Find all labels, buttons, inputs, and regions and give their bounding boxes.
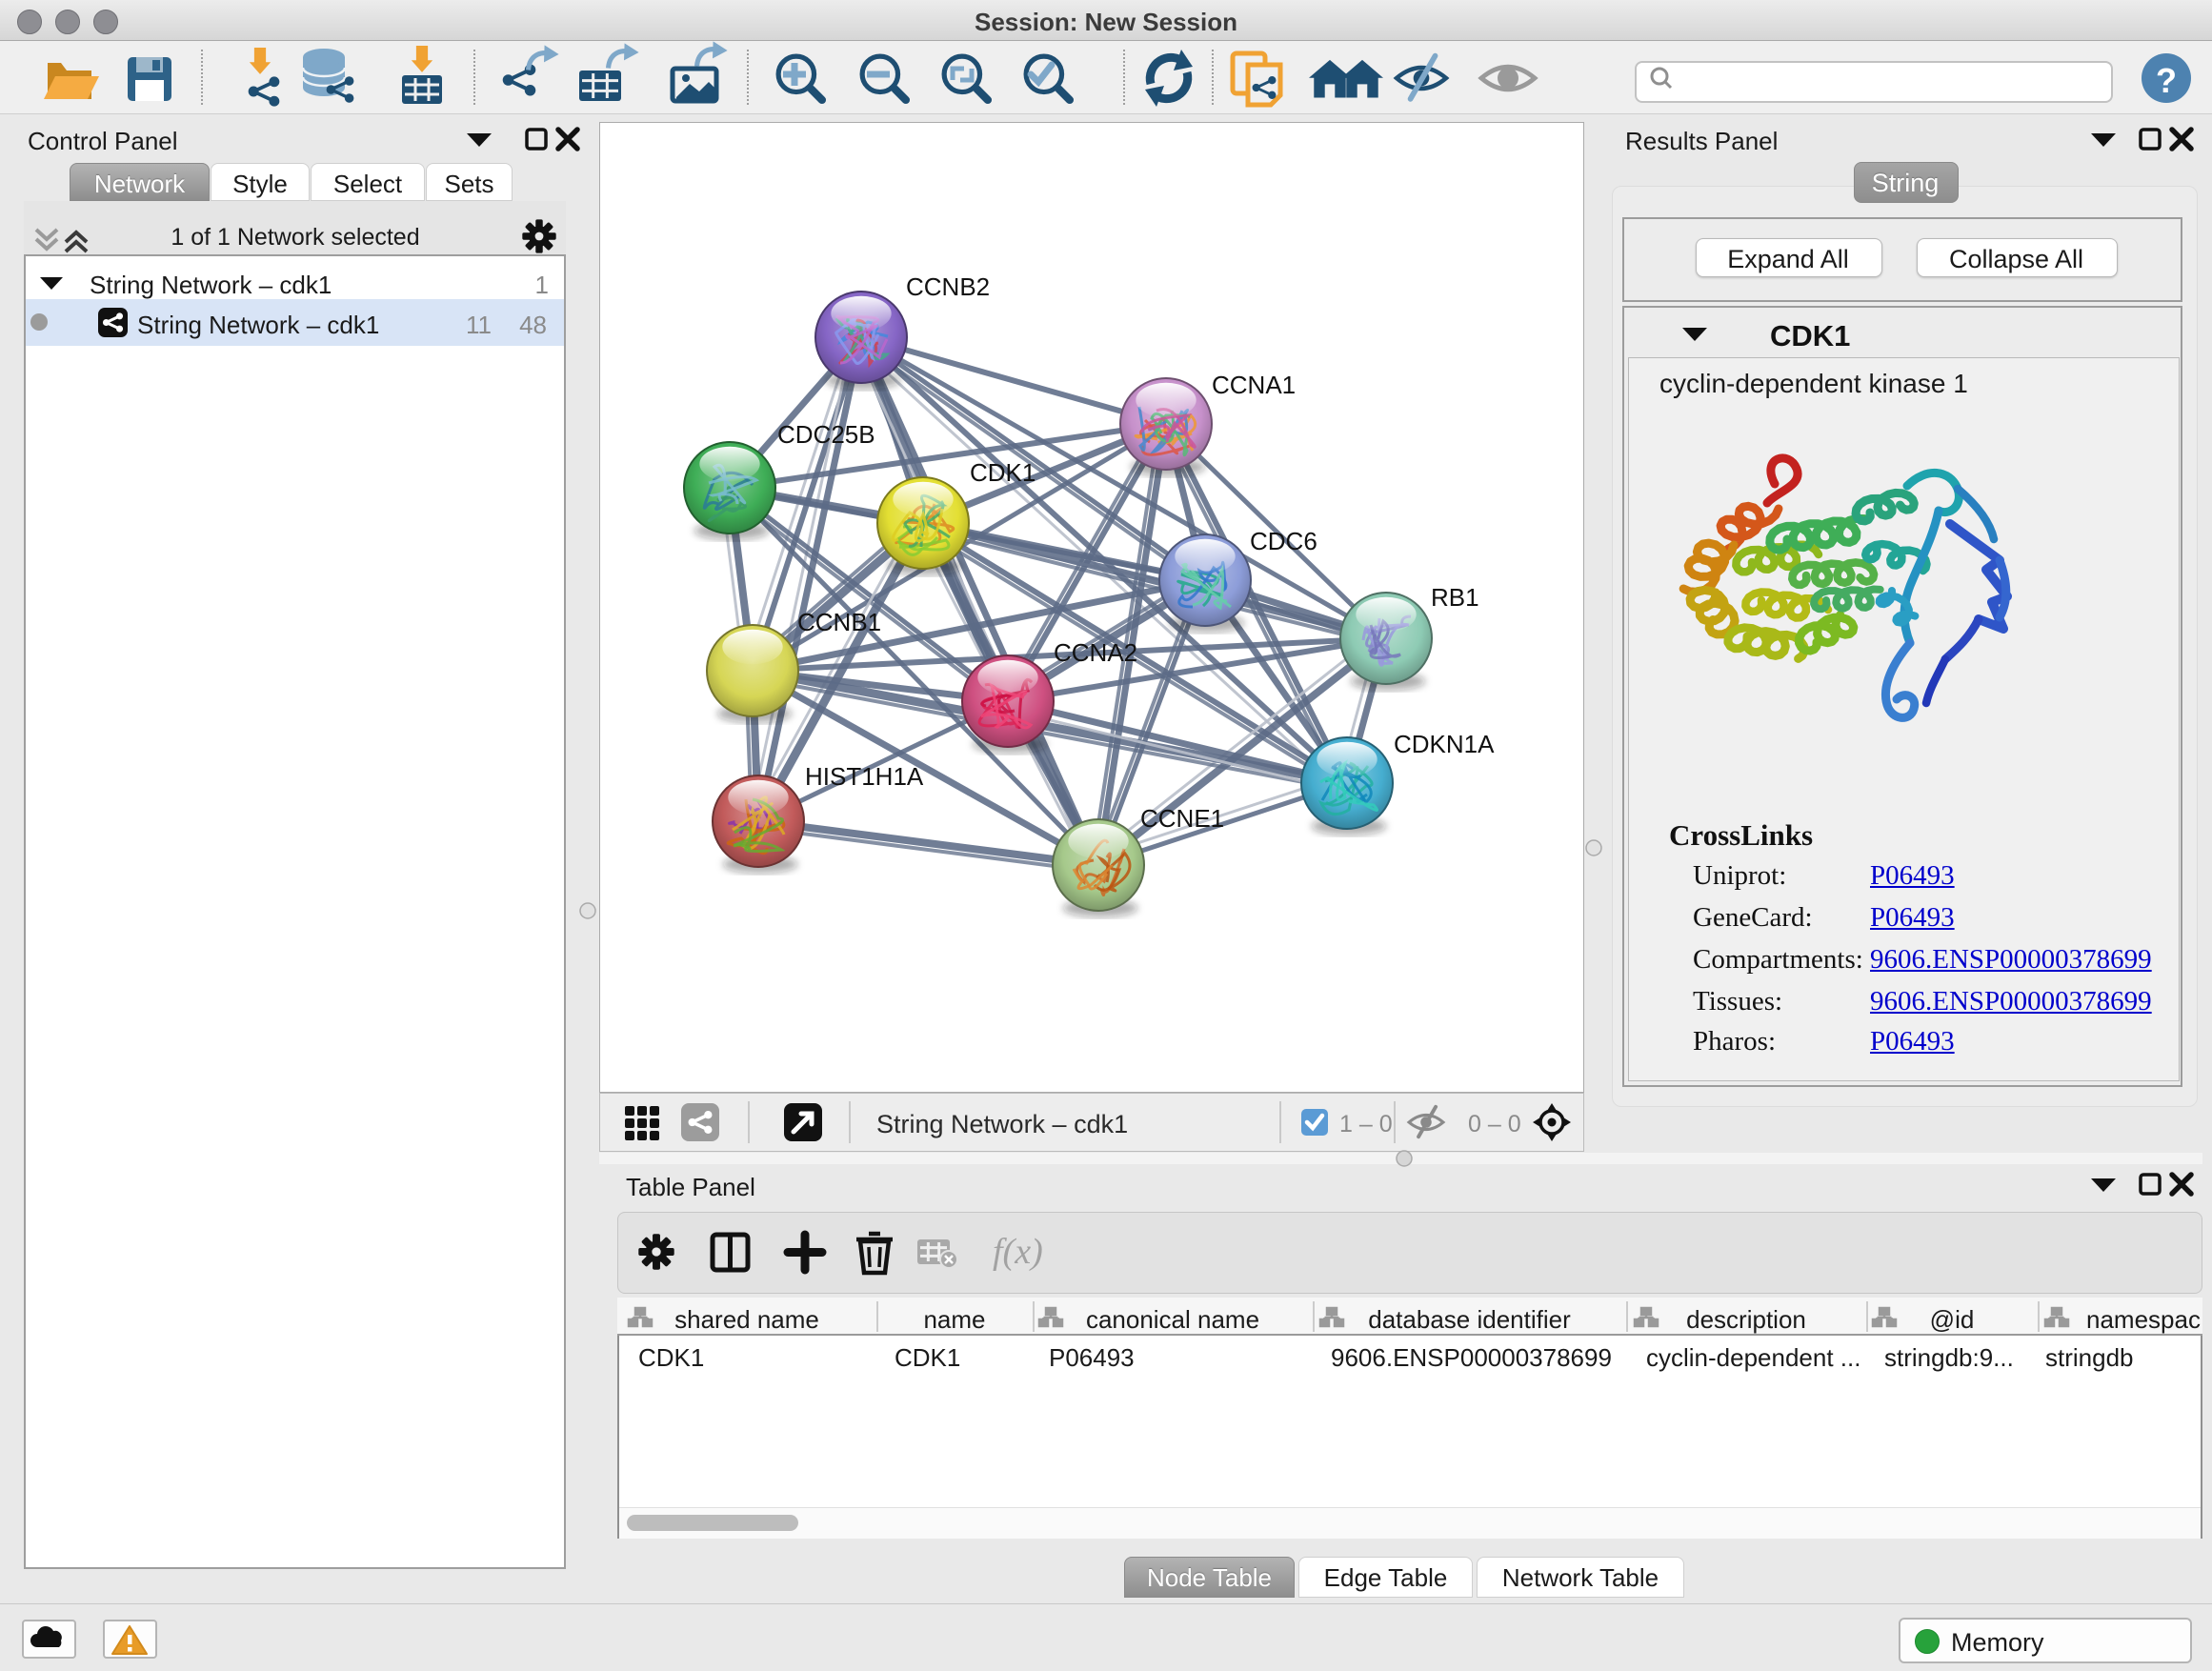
svg-text:HIST1H1A: HIST1H1A xyxy=(805,762,924,791)
svg-text:CCNA1: CCNA1 xyxy=(1212,371,1296,399)
svg-text:CDC6: CDC6 xyxy=(1250,527,1317,555)
svg-text:RB1: RB1 xyxy=(1431,583,1479,612)
svg-text:CCNB1: CCNB1 xyxy=(797,608,881,636)
svg-text:CDC25B: CDC25B xyxy=(777,420,875,449)
svg-text:CCNB2: CCNB2 xyxy=(906,272,990,301)
svg-text:CCNE1: CCNE1 xyxy=(1140,804,1224,833)
svg-text:CDKN1A: CDKN1A xyxy=(1394,730,1495,758)
svg-text:CDK1: CDK1 xyxy=(970,458,1036,487)
svg-text:CCNA2: CCNA2 xyxy=(1054,638,1137,667)
